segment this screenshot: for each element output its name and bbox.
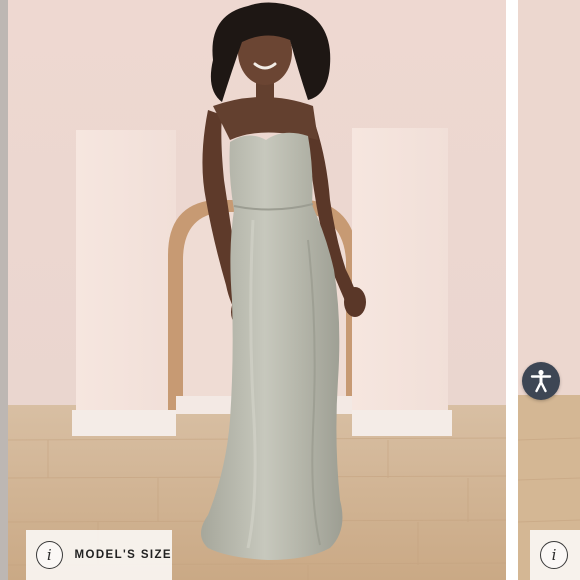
previous-slide-edge <box>0 0 8 580</box>
product-image-carousel: i MODEL'S SIZE i <box>0 0 580 580</box>
next-slide-models-size-button[interactable]: i <box>530 530 580 580</box>
models-size-button[interactable]: i MODEL'S SIZE <box>26 530 172 580</box>
slide-gap <box>506 0 518 580</box>
accessibility-icon <box>530 369 552 393</box>
next-slide-photo <box>518 0 580 580</box>
accessibility-button[interactable] <box>522 362 560 400</box>
models-size-label: MODEL'S SIZE <box>74 549 172 561</box>
next-photo-slide[interactable] <box>518 0 580 580</box>
product-photo-slide[interactable]: i MODEL'S SIZE <box>8 0 506 580</box>
info-icon: i <box>36 541 63 569</box>
model-in-dress-photo <box>8 0 506 580</box>
info-icon: i <box>540 541 568 569</box>
